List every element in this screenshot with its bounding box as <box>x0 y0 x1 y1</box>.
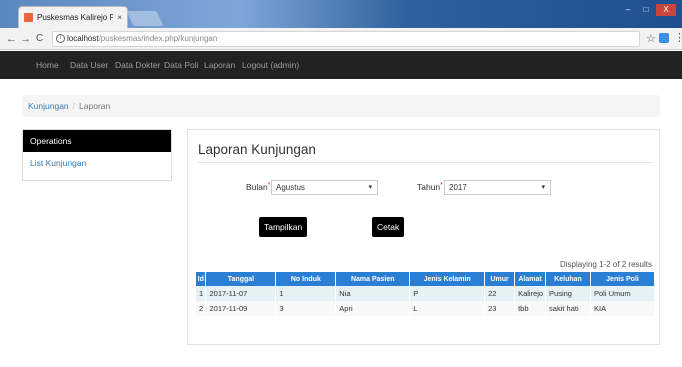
cell-jenis-poli: Poli Umum <box>590 286 655 301</box>
cell-keluhan: Pusing <box>545 286 591 301</box>
breadcrumb: Kunjungan / Laporan <box>22 95 660 117</box>
back-icon[interactable]: ← <box>6 32 17 46</box>
tahun-select[interactable]: 2017 ▾ <box>444 180 551 195</box>
app-navbar: Home Data User Data Dokter Data Poli Lap… <box>0 51 682 79</box>
browser-tab[interactable]: Puskesmas Kalirejo Pes × <box>18 6 128 28</box>
cell-tanggal: 2017-11-07 <box>205 286 277 301</box>
cell-nama-pasien: Apri <box>335 301 411 316</box>
cell-umur: 23 <box>484 301 516 316</box>
window-close-icon[interactable]: X <box>656 4 676 16</box>
browser-menu-icon[interactable]: ⋮ <box>674 31 682 44</box>
site-info-icon[interactable]: i <box>56 34 65 43</box>
col-tanggal[interactable]: Tanggal <box>205 272 277 286</box>
nav-data-poli[interactable]: Data Poli <box>164 51 199 79</box>
browser-titlebar: Puskesmas Kalirejo Pes × – □ X <box>0 0 682 28</box>
table-row: 2 2017-11-09 3 Apri L 23 tbb sakit hati … <box>196 301 655 316</box>
window-controls: – □ X <box>620 4 676 16</box>
nav-data-user[interactable]: Data User <box>70 51 108 79</box>
minimize-icon[interactable]: – <box>620 4 636 16</box>
col-jenis-poli[interactable]: Jenis Poli <box>590 272 655 286</box>
cell-umur: 22 <box>484 286 516 301</box>
extension-icon[interactable] <box>659 33 669 43</box>
cell-id: 1 <box>196 286 207 301</box>
nav-home[interactable]: Home <box>36 51 59 79</box>
tahun-select-value: 2017 <box>449 183 467 192</box>
col-id[interactable]: Id <box>196 272 207 286</box>
col-umur[interactable]: Umur <box>484 272 516 286</box>
col-keluhan[interactable]: Keluhan <box>545 272 591 286</box>
cell-alamat: tbb <box>514 301 547 316</box>
bookmark-star-icon[interactable]: ☆ <box>646 32 656 45</box>
nav-logout[interactable]: Logout (admin) <box>242 51 299 79</box>
page-title: Laporan Kunjungan <box>198 142 316 157</box>
bulan-label: Bulan* <box>246 182 271 192</box>
new-tab-button[interactable] <box>126 11 164 26</box>
browser-toolbar: ← → C i localhost/puskesmas/index.php/ku… <box>0 28 682 50</box>
cetak-button[interactable]: Cetak <box>372 217 405 237</box>
reload-icon[interactable]: C <box>36 32 43 46</box>
cell-keluhan: sakit hati <box>545 301 591 316</box>
table-header-row: Id Tanggal No Induk Nama Pasien Jenis Ke… <box>196 272 655 286</box>
chevron-down-icon: ▾ <box>541 184 545 191</box>
chevron-down-icon: ▾ <box>368 184 372 191</box>
cell-tanggal: 2017-11-09 <box>205 301 277 316</box>
cell-jenis-poli: KIA <box>590 301 655 316</box>
forward-icon[interactable]: → <box>20 32 31 46</box>
cell-id: 2 <box>196 301 207 316</box>
required-mark: * <box>440 182 443 189</box>
tab-close-icon[interactable]: × <box>117 13 122 22</box>
maximize-icon[interactable]: □ <box>638 4 654 16</box>
results-summary: Displaying 1-2 of 2 results <box>559 260 652 269</box>
cell-jenis-kelamin: P <box>409 286 486 301</box>
sidebar-item-list-kunjungan[interactable]: List Kunjungan <box>23 152 171 174</box>
cell-alamat: Kalirejo <box>514 286 547 301</box>
report-panel: Laporan Kunjungan Bulan* Agustus ▾ Tahun… <box>187 129 660 345</box>
breadcrumb-kunjungan[interactable]: Kunjungan <box>28 101 69 111</box>
url-path: /puskesmas/index.php/kunjungan <box>98 34 218 43</box>
tahun-label: Tahun* <box>417 182 443 192</box>
tab-title: Puskesmas Kalirejo Pes <box>37 13 114 22</box>
sidebar-operations: Operations List Kunjungan <box>22 129 172 181</box>
col-no-induk[interactable]: No Induk <box>275 272 337 286</box>
address-bar[interactable]: i localhost/puskesmas/index.php/kunjunga… <box>52 31 640 47</box>
sidebar-header: Operations <box>23 130 171 152</box>
visit-table: Id Tanggal No Induk Nama Pasien Jenis Ke… <box>196 272 655 316</box>
breadcrumb-separator: / <box>72 101 76 111</box>
nav-laporan[interactable]: Laporan <box>204 51 235 79</box>
col-nama-pasien[interactable]: Nama Pasien <box>335 272 411 286</box>
breadcrumb-current: Laporan <box>79 101 111 111</box>
col-jenis-kelamin[interactable]: Jenis Kelamin <box>409 272 486 286</box>
cell-jenis-kelamin: L <box>409 301 486 316</box>
url-host: localhost <box>67 34 99 43</box>
table-row: 1 2017-11-07 1 Nia P 22 Kalirejo Pusing … <box>196 286 655 301</box>
tampilkan-button[interactable]: Tampilkan <box>259 217 308 237</box>
cell-no-induk: 1 <box>275 286 337 301</box>
col-alamat[interactable]: Alamat <box>514 272 547 286</box>
bulan-select[interactable]: Agustus ▾ <box>271 180 378 195</box>
nav-data-dokter[interactable]: Data Dokter <box>115 51 160 79</box>
cell-nama-pasien: Nia <box>335 286 411 301</box>
favicon-icon <box>24 13 33 22</box>
title-divider <box>198 162 653 163</box>
bulan-select-value: Agustus <box>276 183 305 192</box>
cell-no-induk: 3 <box>275 301 337 316</box>
